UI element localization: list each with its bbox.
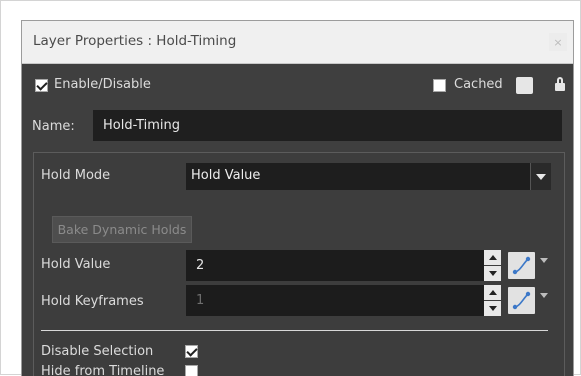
hold-value-field[interactable]: 2 xyxy=(186,250,484,281)
hold-mode-label: Hold Mode xyxy=(41,168,111,183)
enable-label: Enable/Disable xyxy=(54,77,151,92)
lock-icon[interactable] xyxy=(555,77,565,93)
disable-selection-checkbox[interactable] xyxy=(185,345,198,358)
function-curve-icon xyxy=(512,291,531,310)
hide-from-timeline-checkbox[interactable] xyxy=(185,365,198,376)
cached-checkbox[interactable] xyxy=(433,79,446,92)
hold-keyframes-function-dropdown[interactable] xyxy=(540,293,550,313)
hold-value-spinner[interactable] xyxy=(484,250,501,281)
spin-up-button[interactable] xyxy=(484,250,501,265)
disable-selection-label: Disable Selection xyxy=(41,344,154,359)
close-icon: × xyxy=(553,35,563,49)
function-curve-icon xyxy=(512,256,531,275)
name-label: Name: xyxy=(32,119,75,134)
enable-checkbox[interactable] xyxy=(35,79,48,92)
arrow-down-icon xyxy=(488,306,497,311)
arrow-down-icon xyxy=(488,271,497,276)
hold-value-label: Hold Value xyxy=(41,257,111,272)
hold-value-text: 2 xyxy=(196,258,205,273)
chevron-down-icon xyxy=(540,293,548,313)
close-button[interactable]: × xyxy=(549,33,567,51)
hold-keyframes-text: 1 xyxy=(196,293,205,308)
arrow-up-icon xyxy=(488,255,497,260)
hold-keyframes-field[interactable]: 1 xyxy=(186,285,484,316)
chevron-down-icon xyxy=(536,173,546,180)
name-field[interactable] xyxy=(93,110,562,141)
bake-dynamic-holds-button[interactable]: Bake Dynamic Holds xyxy=(52,216,192,243)
arrow-up-icon xyxy=(488,290,497,295)
hold-value-function-button[interactable] xyxy=(508,252,535,279)
hold-keyframes-spinner[interactable] xyxy=(484,285,501,316)
hold-value-function-dropdown[interactable] xyxy=(540,258,550,278)
hold-settings-group: Hold Mode Hold Value Bake Dynamic Holds … xyxy=(33,152,565,376)
spin-up-button[interactable] xyxy=(484,285,501,300)
cached-color-swatch[interactable] xyxy=(516,77,533,94)
cached-label: Cached xyxy=(454,77,503,92)
hold-mode-value: Hold Value xyxy=(191,168,261,183)
hold-mode-dropdown-arrow[interactable] xyxy=(530,163,551,190)
enable-row: Enable/Disable Cached xyxy=(35,77,565,95)
divider xyxy=(41,330,548,331)
chevron-down-icon xyxy=(540,258,548,278)
title-bar[interactable]: Layer Properties : Hold-Timing × xyxy=(22,21,573,64)
hide-from-timeline-label: Hide from Timeline xyxy=(41,364,165,376)
dialog-title: Layer Properties : Hold-Timing xyxy=(33,33,237,49)
spin-down-button[interactable] xyxy=(484,266,501,281)
spin-down-button[interactable] xyxy=(484,301,501,316)
layer-properties-dialog: Layer Properties : Hold-Timing × Enable/… xyxy=(21,20,574,376)
hold-keyframes-function-button[interactable] xyxy=(508,287,535,314)
hold-mode-dropdown[interactable]: Hold Value xyxy=(186,163,551,190)
hold-keyframes-label: Hold Keyframes xyxy=(41,294,144,309)
